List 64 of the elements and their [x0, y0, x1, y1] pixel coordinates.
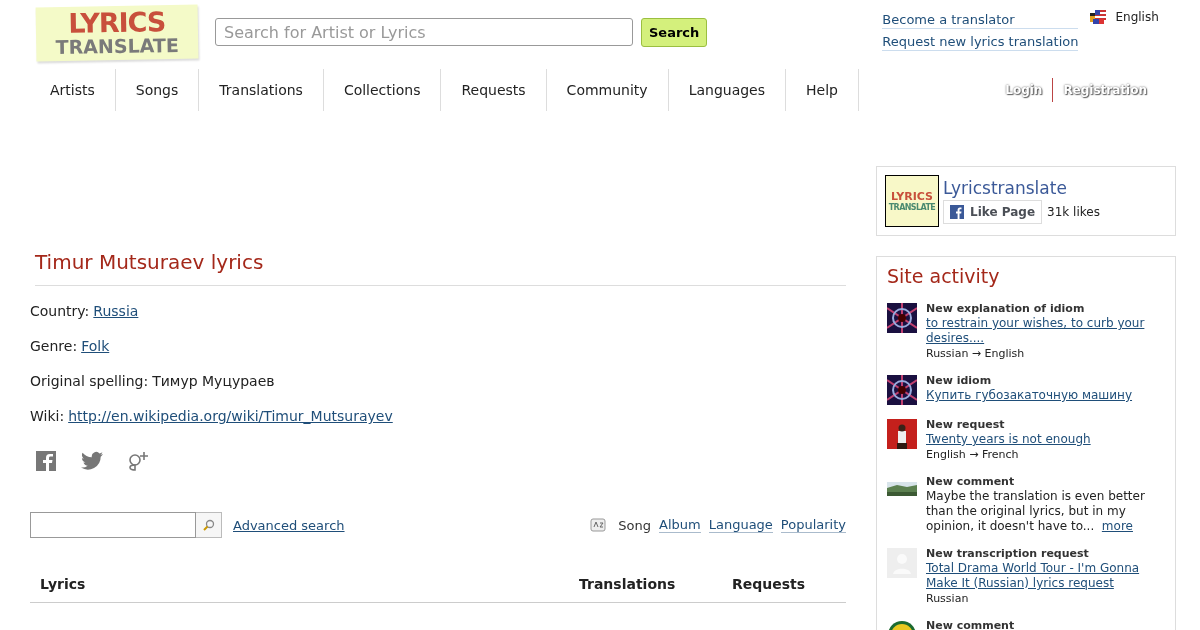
- search-button[interactable]: Search: [641, 18, 708, 47]
- likes-count: 31k likes: [1047, 205, 1100, 219]
- nav-item[interactable]: Community: [546, 69, 669, 111]
- activity-title: New idiom: [926, 373, 993, 388]
- fact-label: Genre:: [30, 338, 78, 354]
- activity-link[interactable]: Total Drama World Tour - I'm Gonna Make It (Russian) lyrics request: [926, 561, 1165, 591]
- logo-text: TRANSLATE: [888, 203, 936, 212]
- fact-link[interactable]: Folk: [81, 338, 110, 354]
- nav-item[interactable]: Translations: [199, 69, 324, 111]
- language-selector[interactable]: English: [1115, 10, 1159, 24]
- search-field[interactable]: Search for Artist or Lyrics: [215, 18, 633, 46]
- fact-label: Wiki:: [30, 408, 65, 424]
- activity-title: New request: [926, 417, 1006, 432]
- twitter-icon[interactable]: [81, 451, 103, 471]
- search-icon[interactable]: [196, 512, 222, 538]
- nav-item[interactable]: Languages: [668, 69, 787, 111]
- nav-item[interactable]: Help: [786, 69, 859, 111]
- sort-option[interactable]: Album: [659, 517, 701, 533]
- header-link[interactable]: Become a translator: [882, 11, 1079, 29]
- fact-link[interactable]: Russia: [93, 303, 139, 319]
- activity-link[interactable]: Twenty years is not enough: [926, 432, 1091, 447]
- lyrics-search-field[interactable]: [30, 512, 196, 538]
- sort-option[interactable]: Song: [618, 517, 651, 533]
- nav-item[interactable]: Songs: [115, 69, 200, 111]
- activity-note: Russian → English: [926, 346, 1026, 361]
- auth-link[interactable]: Registration: [1063, 83, 1147, 97]
- like-page-button[interactable]: Like Page: [943, 200, 1043, 224]
- activity-title: New comment: [926, 474, 1016, 489]
- logo-text: LYRICS: [68, 9, 166, 37]
- column-header: Translations: [579, 576, 677, 592]
- activity-title: New transcription request: [926, 546, 1090, 561]
- header-link[interactable]: Request new lyrics translation: [882, 33, 1079, 51]
- activity-title: New explanation of idiom: [926, 301, 1086, 316]
- sort-option[interactable]: Language: [708, 517, 773, 533]
- more-link[interactable]: more: [1101, 519, 1133, 533]
- flag-icon: [1090, 10, 1107, 24]
- column-header: Lyrics: [40, 576, 87, 592]
- page-title: Timur Mutsuraev lyrics: [35, 250, 846, 286]
- nav-item[interactable]: Requests: [441, 69, 547, 111]
- comment-text: Maybe the translation is even better than the original lyrics, but in my opinion, it doesn't have to... more: [926, 489, 1146, 534]
- google-plus-icon[interactable]: [127, 450, 151, 472]
- activity-link[interactable]: Купить губозакаточную машину: [926, 388, 1133, 403]
- logo[interactable]: LYRICS TRANSLATE: [35, 4, 199, 62]
- nav-item[interactable]: Collections: [323, 69, 442, 111]
- fact-label: Country:: [30, 303, 90, 319]
- fact-label: Original spelling:: [30, 373, 149, 389]
- page-name-link[interactable]: Lyricstranslate: [943, 178, 1100, 198]
- panel-title: Site activity: [887, 265, 1001, 287]
- activity-title: New comment: [926, 618, 1015, 630]
- column-header: Requests: [732, 576, 806, 592]
- advanced-search-link[interactable]: Advanced search: [233, 517, 345, 533]
- auth-link[interactable]: Login: [1005, 83, 1043, 97]
- sort-icon: [590, 518, 607, 532]
- fact-value: Тимур Муцураев: [152, 373, 275, 389]
- facebook-icon[interactable]: [35, 450, 57, 472]
- logo-text: TRANSLATE: [55, 34, 179, 58]
- fact-link[interactable]: http://en.wikipedia.org/wiki/Timur_Mutsurayev: [68, 408, 393, 424]
- nav-item[interactable]: Artists: [30, 69, 116, 111]
- activity-link[interactable]: to restrain your wishes, to curb your desires....: [926, 316, 1165, 346]
- logo-text: LYRICS: [891, 190, 933, 203]
- sort-option[interactable]: Popularity: [780, 517, 846, 533]
- activity-note: Russian: [926, 591, 970, 606]
- facebook-icon: [950, 205, 964, 219]
- activity-note: English → French: [926, 447, 1020, 462]
